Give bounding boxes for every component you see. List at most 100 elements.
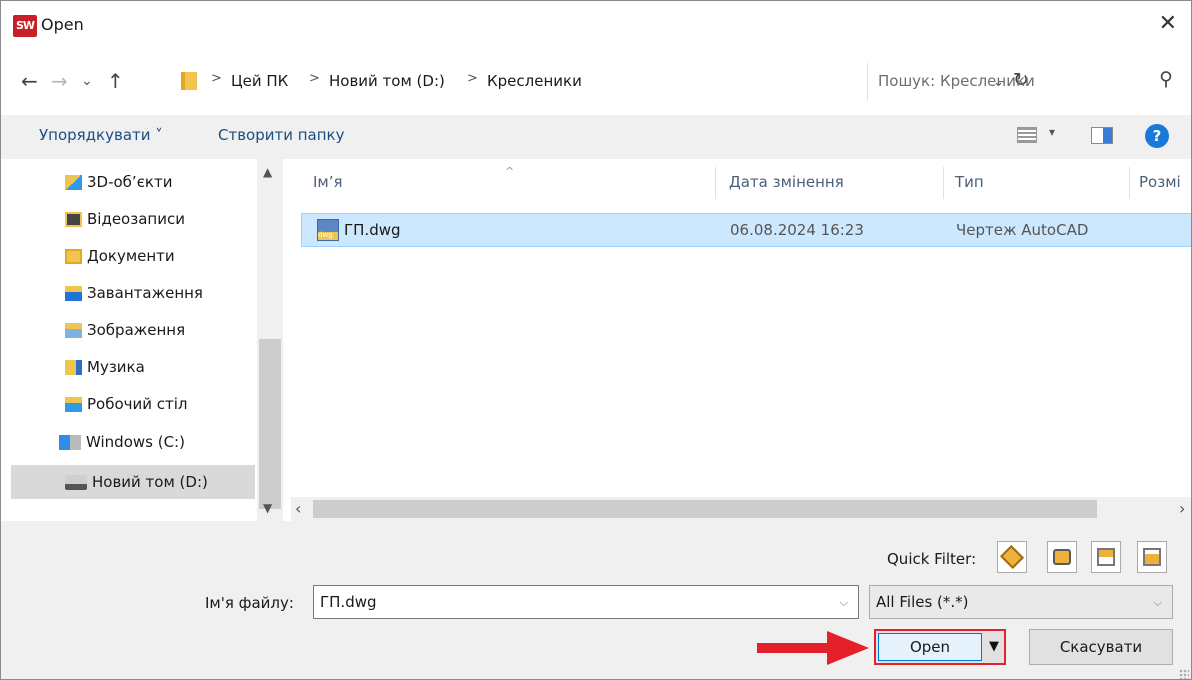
nav-item-label: Новий том (D:) — [92, 473, 208, 491]
change-view-icon[interactable] — [1017, 127, 1037, 143]
sort-ascending-icon: ^ — [505, 165, 515, 178]
folder-icon — [181, 72, 197, 90]
nav-item-pictures[interactable]: Зображення — [65, 313, 255, 347]
view-options-chevron-icon[interactable]: ▾ — [1049, 125, 1055, 139]
nav-pane-scrollbar[interactable]: ▲ ▼ — [257, 159, 283, 521]
filename-dropdown-icon[interactable]: ⌵ — [840, 596, 848, 610]
file-row[interactable]: dwg ГП.dwg 06.08.2024 16:23 Чертеж AutoC… — [301, 213, 1191, 247]
nav-item-label: Робочий стіл — [87, 395, 188, 413]
scroll-right-icon[interactable]: › — [1179, 499, 1185, 518]
open-options-dropdown-icon[interactable]: ▼ — [986, 633, 1002, 661]
red-arrow-annotation — [757, 631, 869, 665]
breadcrumb-separator-icon[interactable]: > — [309, 71, 320, 86]
column-divider[interactable] — [1129, 167, 1130, 199]
search-icon: ⚲ — [1159, 68, 1173, 90]
file-date: 06.08.2024 16:23 — [730, 221, 864, 239]
nav-item-label: Завантаження — [87, 284, 203, 302]
nav-item-drive-d[interactable]: Новий том (D:) — [11, 465, 255, 499]
breadcrumb-separator-icon[interactable]: > — [211, 71, 222, 86]
file-list-hscrollbar[interactable]: ‹ › — [291, 497, 1191, 521]
scroll-down-icon[interactable]: ▼ — [263, 501, 272, 515]
scroll-left-icon[interactable]: ‹ — [295, 499, 301, 518]
up-arrow-icon[interactable]: ↑ — [107, 69, 124, 93]
cancel-button[interactable]: Скасувати — [1029, 629, 1173, 665]
address-bar[interactable]: > Цей ПК > Новий том (D:) > Кресленики ⌄… — [179, 63, 1029, 101]
filename-value: ГП.dwg — [320, 593, 377, 611]
scroll-up-icon[interactable]: ▲ — [263, 165, 272, 179]
nav-item-label: Відеозаписи — [87, 210, 185, 228]
breadcrumb-folder[interactable]: Кресленики — [487, 72, 582, 90]
column-divider[interactable] — [715, 167, 716, 199]
filter-drawings-button[interactable] — [1091, 541, 1121, 573]
filetype-select[interactable]: All Files (*.*) ⌵ — [869, 585, 1173, 619]
search-placeholder: Пошук: Кресленики — [878, 72, 1035, 90]
nav-item-music[interactable]: Музика — [65, 350, 255, 384]
address-row: ← → ⌄ ↑ > Цей ПК > Новий том (D:) > Крес… — [1, 61, 1191, 105]
dialog-footer: Quick Filter: Ім'я файлу: ГП.dwg ⌵ All F… — [1, 521, 1191, 679]
nav-item-3d-objects[interactable]: 3D-об’єкти — [65, 165, 255, 199]
back-arrow-icon[interactable]: ← — [21, 69, 38, 93]
organize-button[interactable]: Упорядкувати ˅ — [39, 126, 163, 144]
column-header-type[interactable]: Тип — [955, 173, 984, 191]
nav-item-documents[interactable]: Документи — [65, 239, 255, 273]
file-list: ^ Ім’я Дата змінення Тип Розмі dwg ГП.dw… — [291, 159, 1191, 521]
filter-assemblies-button[interactable] — [1047, 541, 1077, 573]
breadcrumb-separator-icon[interactable]: > — [467, 71, 478, 86]
file-name: ГП.dwg — [344, 221, 401, 239]
filename-input[interactable]: ГП.dwg ⌵ — [313, 585, 859, 619]
nav-item-label: Зображення — [87, 321, 186, 339]
drawing-icon — [1097, 548, 1115, 566]
scrollbar-thumb[interactable] — [259, 339, 281, 509]
help-icon[interactable]: ? — [1145, 124, 1169, 148]
open-button[interactable]: Open — [878, 633, 982, 661]
solidworks-app-icon: SW — [13, 15, 37, 37]
3d-objects-icon — [65, 174, 82, 190]
column-divider[interactable] — [943, 167, 944, 199]
nav-item-label: Документи — [87, 247, 175, 265]
column-header-date[interactable]: Дата змінення — [729, 173, 844, 191]
filter-parts-button[interactable] — [997, 541, 1027, 573]
downloads-icon — [65, 285, 82, 301]
filetype-value: All Files (*.*) — [876, 593, 969, 611]
search-input[interactable]: Пошук: Кресленики ⚲ — [867, 63, 1187, 101]
nav-item-videos[interactable]: Відеозаписи — [65, 202, 255, 236]
forward-arrow-icon[interactable]: → — [51, 69, 68, 93]
part-icon — [999, 544, 1025, 570]
filetype-dropdown-icon[interactable]: ⌵ — [1154, 596, 1162, 610]
pictures-icon — [65, 322, 82, 338]
nav-item-desktop[interactable]: Робочий стіл — [65, 387, 255, 421]
dwg-file-icon: dwg — [317, 219, 339, 241]
column-header-name[interactable]: Ім’я — [313, 173, 343, 191]
window-title: Open — [41, 15, 84, 34]
music-icon — [65, 359, 82, 375]
open-split-button[interactable]: Open ▼ — [874, 629, 1006, 665]
filename-label: Ім'я файлу: — [205, 594, 294, 612]
navigation-pane: 3D-об’єкти Відеозаписи Документи Заванта… — [1, 159, 283, 521]
top-level-assembly-icon — [1143, 548, 1161, 566]
command-bar: Упорядкувати ˅ Створити папку ▾ ? — [1, 115, 1191, 159]
nav-item-downloads[interactable]: Завантаження — [65, 276, 255, 310]
new-folder-button[interactable]: Створити папку — [218, 126, 345, 144]
preview-pane-icon[interactable] — [1091, 127, 1113, 144]
drive-icon — [65, 474, 87, 490]
windows-drive-icon — [59, 434, 81, 450]
breadcrumb-drive-d[interactable]: Новий том (D:) — [329, 72, 445, 90]
filter-top-level-button[interactable] — [1137, 541, 1167, 573]
nav-item-label: Музика — [87, 358, 145, 376]
recent-locations-chevron-icon[interactable]: ⌄ — [81, 73, 93, 89]
breadcrumb-this-pc[interactable]: Цей ПК — [231, 72, 288, 90]
quick-filter-label: Quick Filter: — [887, 550, 977, 568]
title-bar: SW Open ✕ — [1, 1, 1191, 51]
resize-grip-icon[interactable] — [1179, 669, 1189, 679]
videos-icon — [65, 211, 82, 227]
nav-item-windows-c[interactable]: Windows (C:) — [59, 425, 249, 459]
scrollbar-thumb[interactable] — [313, 500, 1097, 518]
documents-icon — [65, 248, 82, 264]
close-button[interactable]: ✕ — [1159, 11, 1177, 36]
open-dialog: SW Open ✕ ← → ⌄ ↑ > Цей ПК > Новий том (… — [0, 0, 1192, 680]
nav-item-label: Windows (C:) — [86, 433, 185, 451]
column-header-size[interactable]: Розмі — [1139, 173, 1181, 191]
nav-item-label: 3D-об’єкти — [87, 173, 173, 191]
desktop-icon — [65, 396, 82, 412]
assembly-icon — [1053, 549, 1071, 565]
